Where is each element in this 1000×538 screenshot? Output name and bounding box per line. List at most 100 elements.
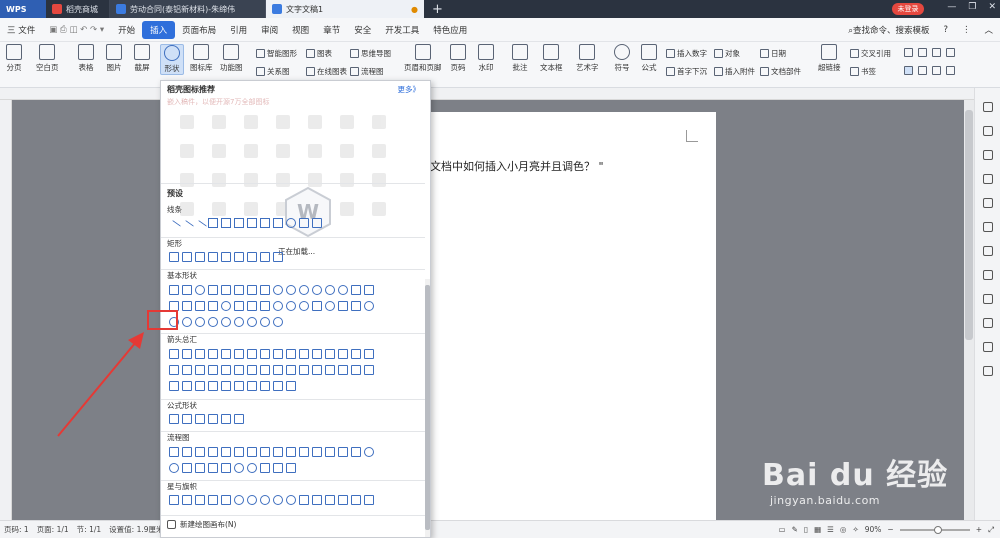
translate-icon[interactable] (982, 270, 993, 280)
date-button[interactable]: 日期 (760, 48, 786, 59)
zoom-in-button[interactable]: + (976, 525, 982, 534)
stars-row-1[interactable] (167, 495, 375, 505)
tab-daoke-mall[interactable]: 稻壳商城 (46, 0, 110, 18)
shapes-icon[interactable] (982, 174, 993, 184)
basic-shapes-row-2[interactable] (167, 301, 375, 311)
zoom-slider-thumb[interactable] (933, 525, 942, 534)
fit-page-icon[interactable]: ⤢ (988, 525, 1000, 535)
tab-references[interactable]: 引用 (223, 24, 254, 36)
object-button[interactable]: 对象 (714, 48, 740, 59)
flowchart-row-1[interactable] (167, 447, 375, 457)
rectangles-row[interactable] (167, 252, 284, 262)
tab-home[interactable]: 开始 (111, 24, 142, 36)
history-icon[interactable] (982, 342, 993, 352)
horizontal-ruler[interactable] (0, 88, 1000, 100)
doc-parts-button[interactable]: 文档部件 (760, 66, 801, 77)
file-menu[interactable]: 三 文件 (0, 24, 42, 36)
insert-attachment-button[interactable]: 插入附件 (714, 66, 755, 77)
basic-shapes-row-3[interactable] (167, 317, 284, 327)
more-icon[interactable]: ⋮ (955, 25, 978, 35)
tab-view[interactable]: 视图 (285, 24, 316, 36)
tab-insert[interactable]: 插入 (142, 20, 176, 39)
status-settings[interactable]: 设置值: 1.9厘米 (105, 524, 167, 535)
cross-reference-button[interactable]: 交叉引用 (850, 48, 891, 59)
cursor-icon[interactable] (982, 150, 993, 160)
login-button[interactable]: 未登录 (892, 3, 924, 15)
basic-shapes-row-1[interactable] (167, 285, 375, 295)
tab-text-doc-1[interactable]: 文字文稿1 ● (266, 0, 424, 18)
quick-access-icons[interactable]: ▣ ⎙ ◫ ↶ ↷ ▾ (42, 25, 111, 35)
document-text[interactable]: 文档中如何插入小月亮并且调色？ " (430, 158, 604, 174)
flowchart-button[interactable]: 流程图 (350, 66, 384, 77)
blank-page-button[interactable]: 空白页 (36, 44, 59, 73)
page-number-button[interactable]: 页码 (450, 44, 466, 73)
help-icon[interactable]: ? (936, 25, 955, 35)
page-view-icon[interactable]: ▦ (814, 525, 821, 534)
focus-view-icon[interactable]: ✧ (852, 525, 858, 534)
screenshot-button[interactable]: 截屏 (134, 44, 150, 73)
tab-special[interactable]: 特色应用 (426, 24, 474, 36)
picture-button[interactable]: 图片 (106, 44, 122, 73)
read-view-icon[interactable]: ▯ (804, 525, 808, 534)
arrows-row-3[interactable] (167, 381, 297, 391)
image-icon[interactable] (982, 294, 993, 304)
location-icon[interactable] (982, 318, 993, 328)
word-art-button[interactable]: 艺术字 (576, 44, 599, 73)
web-view-icon[interactable]: ◎ (840, 525, 847, 534)
online-chart-button[interactable]: 在线图表 (306, 66, 347, 77)
arrows-row-1[interactable] (167, 349, 375, 359)
more-link[interactable]: 更多》 (398, 84, 421, 95)
sliders-icon[interactable] (982, 198, 993, 208)
page-break-button[interactable]: 分页 (6, 44, 22, 73)
edit-icon[interactable]: ✎ (792, 525, 798, 534)
hyperlink-button[interactable]: 超链接 (818, 44, 841, 73)
layout-icons-bottom[interactable] (904, 66, 955, 75)
formula-shapes-row[interactable] (167, 414, 245, 424)
panel-scroll-thumb[interactable] (425, 285, 430, 530)
zoom-out-button[interactable]: − (887, 525, 893, 534)
table-button[interactable]: 表格 (78, 44, 94, 73)
new-tab-button[interactable]: + (424, 0, 451, 18)
close-icon[interactable]: ✕ (988, 2, 996, 12)
star-icon[interactable] (982, 222, 993, 232)
symbol-button[interactable]: 符号 (614, 44, 630, 73)
header-footer-button[interactable]: 页眉和页脚 (404, 44, 442, 73)
relation-chart-button[interactable]: 关系图 (256, 66, 290, 77)
comment-button[interactable]: 批注 (512, 44, 528, 73)
function-chart-button[interactable]: 功能图 (220, 44, 243, 73)
pen-icon[interactable] (982, 126, 993, 136)
drop-cap-button[interactable]: 首字下沉 (666, 66, 707, 77)
formula-button[interactable]: 公式 (641, 44, 657, 73)
minimize-icon[interactable]: — (947, 2, 956, 12)
arrows-row-2[interactable] (167, 365, 375, 375)
shape-button[interactable]: 形状 (160, 44, 184, 75)
chart-button[interactable]: 图表 (306, 48, 332, 59)
icon-library-button[interactable]: 图标库 (190, 44, 213, 73)
flowchart-row-2[interactable] (167, 463, 297, 473)
wps-app-tab[interactable]: WPS (0, 0, 46, 18)
zoom-level[interactable]: 90% (865, 525, 882, 534)
document-scrollbar[interactable] (964, 100, 974, 520)
panel-scrollbar[interactable] (425, 279, 430, 537)
text-box-button[interactable]: 文本框 (540, 44, 563, 73)
share-icon[interactable] (982, 246, 993, 256)
tab-contract-doc[interactable]: 劳动合同(泰铝新材料)-朱缔伟 (110, 0, 266, 18)
layout-icons-top[interactable] (904, 48, 955, 57)
zoom-slider[interactable] (899, 525, 970, 534)
view-mode-icon[interactable]: ▭ (779, 525, 786, 534)
tab-chapter[interactable]: 章节 (316, 24, 347, 36)
insert-number-button[interactable]: 插入数字 (666, 48, 707, 59)
mind-map-button[interactable]: 思维导图 (350, 48, 391, 59)
tab-security[interactable]: 安全 (347, 24, 378, 36)
collapse-ribbon-icon[interactable]: ︿ (977, 24, 1000, 36)
tab-page-layout[interactable]: 页面布局 (175, 24, 223, 36)
vertical-ruler[interactable] (0, 100, 12, 520)
tab-developer[interactable]: 开发工具 (378, 24, 426, 36)
help-icon[interactable] (982, 366, 993, 376)
maximize-icon[interactable]: ❐ (968, 2, 976, 12)
bookmark-button[interactable]: 书签 (850, 66, 876, 77)
command-search[interactable]: ⌕查找命令、搜索模板 (841, 24, 936, 36)
lines-row[interactable] (166, 218, 323, 234)
scroll-thumb[interactable] (965, 110, 973, 340)
new-canvas-button[interactable]: 新建绘图画布(N) (167, 519, 236, 530)
